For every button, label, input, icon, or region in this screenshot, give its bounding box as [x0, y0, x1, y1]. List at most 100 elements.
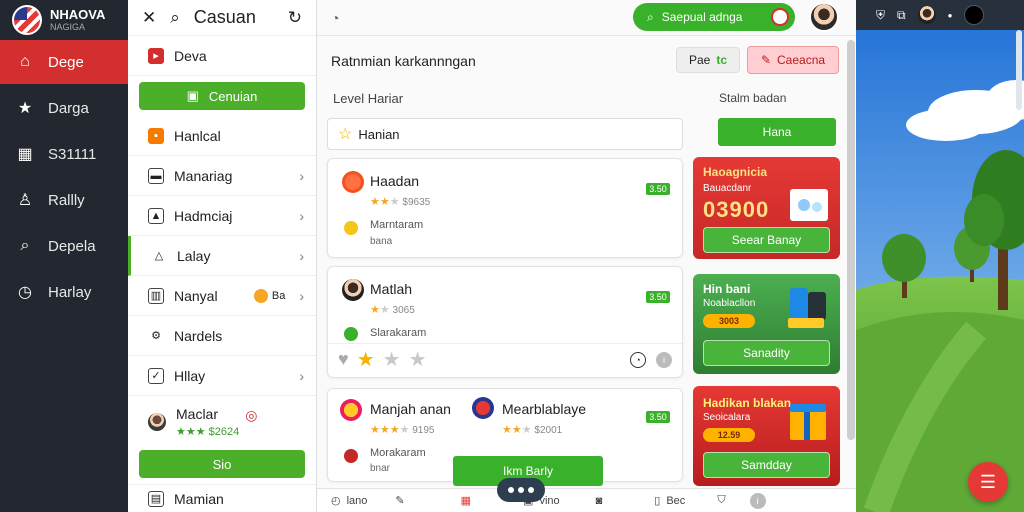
bottom-item-cart[interactable]: ⛉	[717, 494, 725, 507]
gift-box-icon	[790, 404, 826, 440]
card-title: Matlah	[370, 281, 413, 297]
close-icon[interactable]: ✕	[142, 8, 156, 28]
menu-item-maclar[interactable]: Maclar ★★★ $2624 ◎	[128, 396, 316, 448]
status-dot	[344, 449, 358, 463]
scene-toolbar: ⛨ ⧉ ●	[856, 0, 1024, 30]
caeacna-button[interactable]: ✎ Caeacna	[747, 46, 839, 74]
search-icon: ⌕	[647, 9, 654, 24]
bottom-item-label: Bec	[666, 494, 686, 507]
hana-button-label: Hana	[762, 125, 792, 139]
bell-icon[interactable]: ◔	[331, 10, 339, 26]
section-label-left: Level Hariar	[333, 91, 404, 106]
rating-row: ♥ ★ ★ ★ ◔ i	[328, 343, 682, 375]
card-title-secondary: Mearblablaye	[502, 401, 587, 417]
menu-item-nanyal[interactable]: ▥ Nanyal Ba ›	[128, 276, 316, 316]
timer-icon[interactable]: ◔	[630, 351, 646, 368]
search-pill[interactable]: ⌕ Saepual adnga	[633, 3, 795, 31]
user-avatar[interactable]	[809, 2, 839, 32]
tray-icon: ▤	[148, 490, 164, 507]
menu-button-cenuian[interactable]: ▣ Cenuian	[139, 82, 305, 110]
promo-card[interactable]: Hadikan blakan Seoicalara 12.59 Samdday	[693, 386, 840, 486]
nav-item-stats[interactable]: ▦ S31111	[0, 132, 128, 176]
coin-icon	[253, 288, 268, 303]
promo-button[interactable]: Seear Banay	[703, 227, 830, 253]
bottom-item-lano[interactable]: ◴ lano	[331, 494, 367, 508]
promo-pill: 3003	[703, 314, 755, 328]
more-dots-button[interactable]	[497, 478, 545, 502]
menu-item-hllay[interactable]: ✓ Hllay ›	[128, 356, 316, 396]
bottom-item-info[interactable]: i	[749, 492, 766, 509]
scrollbar[interactable]	[1016, 30, 1022, 110]
sio-button[interactable]: Sio	[139, 450, 305, 478]
card-title: Haadan	[370, 173, 420, 189]
menu-item-label: Deva	[174, 47, 207, 64]
pae-button-label: Pae	[688, 53, 711, 67]
card-tag: 3.50	[646, 291, 670, 303]
hana-button[interactable]: Hana	[718, 118, 836, 146]
menu-item-nardels[interactable]: ⚙ Nardels	[128, 316, 316, 356]
info-icon[interactable]: i	[656, 351, 672, 368]
sio-button-label: Sio	[212, 456, 232, 472]
bottom-item-camera[interactable]: ◙	[596, 495, 603, 507]
menu-item-hadmciaj[interactable]: ▲ Hadmciaj ›	[128, 196, 316, 236]
star-icon[interactable]: ★	[383, 347, 401, 372]
copy-icon[interactable]: ⧉	[897, 8, 906, 23]
nav-item-rallly[interactable]: ♙ Rallly	[0, 178, 128, 222]
menu-item-hanlcal[interactable]: ▪ Hanlcal	[128, 116, 316, 156]
menu-item-mamian[interactable]: ▤ Mamian	[128, 484, 316, 512]
brand[interactable]: NHAOVA NAGIGA	[0, 0, 128, 40]
bottom-bar: ◴ lano ✎ ▦ ▣ vino ◙ ▯ Bec ⛉ i	[317, 488, 856, 512]
nav-item-darga[interactable]: ★ Darga	[0, 86, 128, 130]
promo-pill: 12.59	[703, 428, 755, 442]
card-tag: 3.50	[646, 411, 670, 423]
shield-icon[interactable]: ⛨	[876, 8, 885, 23]
scrollbar[interactable]	[847, 40, 855, 440]
nav-item-depela[interactable]: ⌕ Depela	[0, 224, 128, 268]
checkbox-icon: ✓	[148, 367, 164, 384]
star-icon[interactable]: ★	[409, 347, 427, 372]
promo-card[interactable]: Hin bani Noablacllon 3003 Sanadity	[693, 274, 840, 374]
nav-item-harlay[interactable]: ◷ Harlay	[0, 270, 128, 314]
menu-item-manariag[interactable]: ▬ Manariag ›	[128, 156, 316, 196]
list-card[interactable]: Matlah ★★ 3065 Slarakaram 3.50 ♥ ★ ★ ★ ◔…	[327, 266, 683, 378]
bottom-item-bec[interactable]: ▯ Bec	[654, 494, 686, 508]
menu-item-label: Nardels	[174, 327, 223, 344]
brand-logo-icon	[342, 171, 364, 193]
level-field[interactable]: ☆ Hanian	[327, 118, 683, 150]
promo-subtitle: Seoicalara	[703, 412, 751, 423]
promo-button[interactable]: Samdday	[703, 452, 830, 478]
gear-icon: ⚙	[151, 330, 161, 342]
pae-button[interactable]: Pae tc	[676, 47, 740, 73]
list-card[interactable]: Haadan ★★★ $9635 Marntaram bana 3.50	[327, 158, 683, 258]
promo-button[interactable]: Sanadity	[703, 340, 830, 366]
image-icon: ▣	[186, 88, 199, 103]
promo-subtitle: Bauacdanr	[703, 183, 752, 194]
middle-panel: ✕ ⌕ Casuan ↻ ▸ Deva ▣ Cenuian ▪ Hanlcal …	[128, 0, 317, 512]
menu-item-label: Manariag	[174, 167, 233, 184]
bottom-item-grid[interactable]: ▦	[461, 494, 471, 507]
chevron-right-icon: ›	[299, 287, 304, 304]
dot-icon: ●	[947, 10, 953, 20]
phone-gadget-icon	[788, 288, 826, 328]
bottom-item-edit[interactable]: ✎	[395, 494, 404, 507]
profile-circle[interactable]	[964, 5, 985, 25]
search-icon[interactable]: ⌕	[170, 8, 180, 28]
nav-label: Rallly	[48, 191, 85, 209]
nav-item-dege[interactable]: ⌂ Dege	[0, 40, 128, 84]
menu-item-lalay[interactable]: △ Lalay ›	[128, 236, 316, 276]
chevron-right-icon: ›	[299, 367, 304, 384]
card-tag: 3.50	[646, 183, 670, 195]
refresh-icon[interactable]: ↻	[288, 8, 302, 28]
promo-card[interactable]: Haoagnicia Bauacdanr 03900 Seear Banay	[693, 157, 840, 259]
card-desc: Slarakaram	[370, 327, 427, 339]
menu-fab-button[interactable]: ☰	[968, 462, 1008, 502]
menu-item-sub: $2624	[208, 426, 240, 438]
floating-action-label: Ikm Barly	[502, 464, 553, 478]
avatar[interactable]	[917, 6, 936, 24]
menu-item-deva[interactable]: ▸ Deva	[128, 36, 316, 76]
heart-icon[interactable]: ♥	[338, 349, 349, 370]
star-icon[interactable]: ★	[357, 347, 375, 372]
scrollbar-thumb[interactable]	[847, 40, 855, 440]
pencil-icon: ✎	[395, 495, 405, 507]
promo-button-label: Samdday	[741, 458, 792, 472]
